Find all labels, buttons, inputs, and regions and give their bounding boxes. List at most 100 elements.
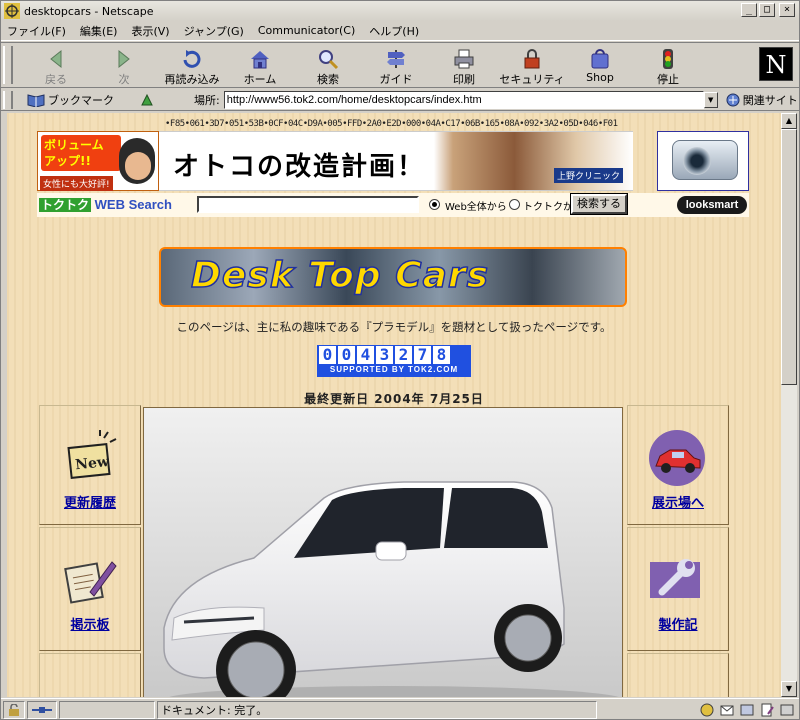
- honda-odyssey-model-image: [163, 481, 619, 697]
- tok2-search-brand: トクトク WEB Search: [39, 196, 172, 213]
- counter-digit: 0: [319, 346, 336, 364]
- featured-car-photo: [143, 407, 623, 697]
- ad-slogan: オトコの改造計画！: [173, 152, 426, 182]
- netscape-app-icon: [4, 3, 20, 19]
- component-bar: [699, 702, 795, 718]
- navigator-component-icon[interactable]: [699, 702, 715, 718]
- url-field[interactable]: http://www56.tok2.com/home/desktopcars/i…: [223, 90, 704, 109]
- search-brand-text: WEB Search: [94, 197, 172, 212]
- notepad-pen-icon: [64, 561, 117, 604]
- navigation-grid: New 更新履歴 掲示板 展示場へ 製作記: [39, 405, 749, 697]
- digital-camera-image: [672, 140, 738, 180]
- counter-digit: 2: [395, 346, 412, 364]
- menu-file[interactable]: ファイル(F): [7, 23, 66, 39]
- minimize-button[interactable]: _: [741, 3, 757, 17]
- nav-link-history[interactable]: 更新履歴: [40, 492, 140, 511]
- site-intro-text: このページは、主に私の趣味である『プラモデル』を題材として扱ったページです。: [176, 320, 612, 334]
- ad-volume-headline: ボリューム アップ!!: [41, 135, 121, 171]
- nav-cell-showroom[interactable]: 展示場へ: [627, 405, 729, 525]
- red-car-icon: [649, 430, 705, 486]
- menu-communicator[interactable]: Communicator(C): [258, 24, 355, 37]
- shop-label: Shop: [586, 71, 614, 84]
- web-search-submit-button[interactable]: 検索する: [570, 193, 628, 215]
- counter-digit: 0: [338, 346, 355, 364]
- nav-cell-extra[interactable]: [39, 653, 141, 697]
- guide-button[interactable]: ガイド: [363, 46, 429, 86]
- menu-view[interactable]: 表示(V): [131, 23, 169, 39]
- search-brand-prefix: トクトク: [39, 198, 92, 212]
- back-label: 戻る: [45, 73, 67, 86]
- printer-icon: [454, 49, 474, 69]
- stop-label: 停止: [657, 73, 679, 86]
- nav-link-making[interactable]: 製作記: [628, 614, 728, 633]
- bookmarks-button[interactable]: ブックマーク: [27, 92, 114, 108]
- location-label: 場所:: [194, 93, 220, 107]
- close-button[interactable]: ×: [779, 3, 795, 17]
- toolbar-grip[interactable]: [3, 46, 13, 84]
- vertical-scrollbar[interactable]: ▲ ▼: [781, 113, 797, 697]
- instant-message-icon[interactable]: [779, 702, 795, 718]
- security-button[interactable]: セキュリティ: [499, 46, 565, 86]
- status-text: ドキュメント: 完了。: [157, 700, 597, 719]
- menu-help[interactable]: ヘルプ(H): [369, 23, 419, 39]
- ad-face-image: [119, 138, 155, 184]
- newsgroup-component-icon[interactable]: [739, 702, 755, 718]
- clinic-ad-banner[interactable]: オトコの改造計画！ 上野クリニック: [159, 131, 633, 191]
- looksmart-logo[interactable]: looksmart: [677, 196, 747, 214]
- mail-component-icon[interactable]: [719, 702, 735, 718]
- bookmark-book-icon: [27, 93, 45, 107]
- reload-icon: [183, 50, 201, 68]
- reload-button[interactable]: 再読み込み: [159, 46, 225, 86]
- shop-bag-icon: [591, 49, 609, 69]
- radio-web-all-label: Web全体から: [445, 202, 507, 213]
- title-bar: desktopcars - Netscape _ □ ×: [1, 1, 799, 21]
- nav-cell-history[interactable]: New 更新履歴: [39, 405, 141, 525]
- maximize-button[interactable]: □: [759, 3, 775, 17]
- counter-digits: 0 0 4 3 2 7 8: [319, 346, 450, 364]
- nav-link-showroom[interactable]: 展示場へ: [628, 492, 728, 511]
- volume-up-ad-banner[interactable]: ボリューム アップ!! 女性にも大好評!: [37, 131, 159, 191]
- location-grip[interactable]: [3, 90, 13, 109]
- nav-link-board[interactable]: 掲示板: [40, 614, 140, 633]
- menu-edit[interactable]: 編集(E): [80, 23, 118, 39]
- page-proxy-icon[interactable]: [140, 93, 154, 107]
- counter-digit: 4: [357, 346, 374, 364]
- page-viewport: •F85•061•3D7•051•53B•0CF•04C•D9A•005•FFD…: [7, 113, 781, 697]
- nav-cell-board[interactable]: 掲示板: [39, 527, 141, 651]
- url-dropdown-button[interactable]: ▼: [703, 91, 718, 108]
- radio-tok2[interactable]: [509, 199, 520, 210]
- wrench-icon: [650, 559, 700, 598]
- forward-button[interactable]: 次: [91, 46, 157, 86]
- search-button[interactable]: 検索: [295, 46, 361, 86]
- radio-web-all[interactable]: [429, 199, 440, 210]
- menu-go[interactable]: ジャンプ(G): [184, 23, 244, 39]
- back-arrow-icon: [50, 49, 62, 69]
- guide-label: ガイド: [379, 73, 413, 86]
- status-bar: ドキュメント: 完了。: [1, 698, 799, 720]
- composer-component-icon[interactable]: [759, 702, 775, 718]
- scroll-up-button[interactable]: ▲: [781, 113, 797, 129]
- shop-button[interactable]: Shop: [567, 46, 633, 86]
- nav-cell-extra-right[interactable]: [627, 653, 729, 697]
- related-sites-button[interactable]: 関連サイト: [726, 92, 798, 108]
- ad-clinic-name: 上野クリニック: [553, 168, 623, 183]
- stop-button[interactable]: 停止: [635, 46, 701, 86]
- search-label: 検索: [317, 73, 339, 86]
- scroll-thumb[interactable]: [781, 129, 797, 385]
- home-button[interactable]: ホーム: [227, 46, 293, 86]
- ad-volume-subtext: 女性にも大好評!: [40, 176, 113, 191]
- camera-ad-banner[interactable]: [657, 131, 749, 191]
- security-status-icon[interactable]: [3, 700, 25, 719]
- location-bar: ブックマーク 場所: http://www56.tok2.com/home/de…: [1, 89, 799, 111]
- print-button[interactable]: 印刷: [431, 46, 497, 86]
- access-counter[interactable]: 0 0 4 3 2 7 8 SUPPORTED BY TOK2.COM: [317, 345, 471, 377]
- home-label: ホーム: [243, 73, 277, 86]
- camera-lens: [683, 147, 711, 175]
- back-button[interactable]: 戻る: [23, 46, 89, 86]
- nav-cell-making[interactable]: 製作記: [627, 527, 729, 651]
- netscape-logo[interactable]: N: [759, 47, 793, 81]
- scroll-down-button[interactable]: ▼: [781, 681, 797, 697]
- web-search-input[interactable]: [197, 196, 419, 213]
- counter-supported-by: SUPPORTED BY TOK2.COM: [329, 365, 459, 374]
- related-sites-icon: [726, 93, 740, 106]
